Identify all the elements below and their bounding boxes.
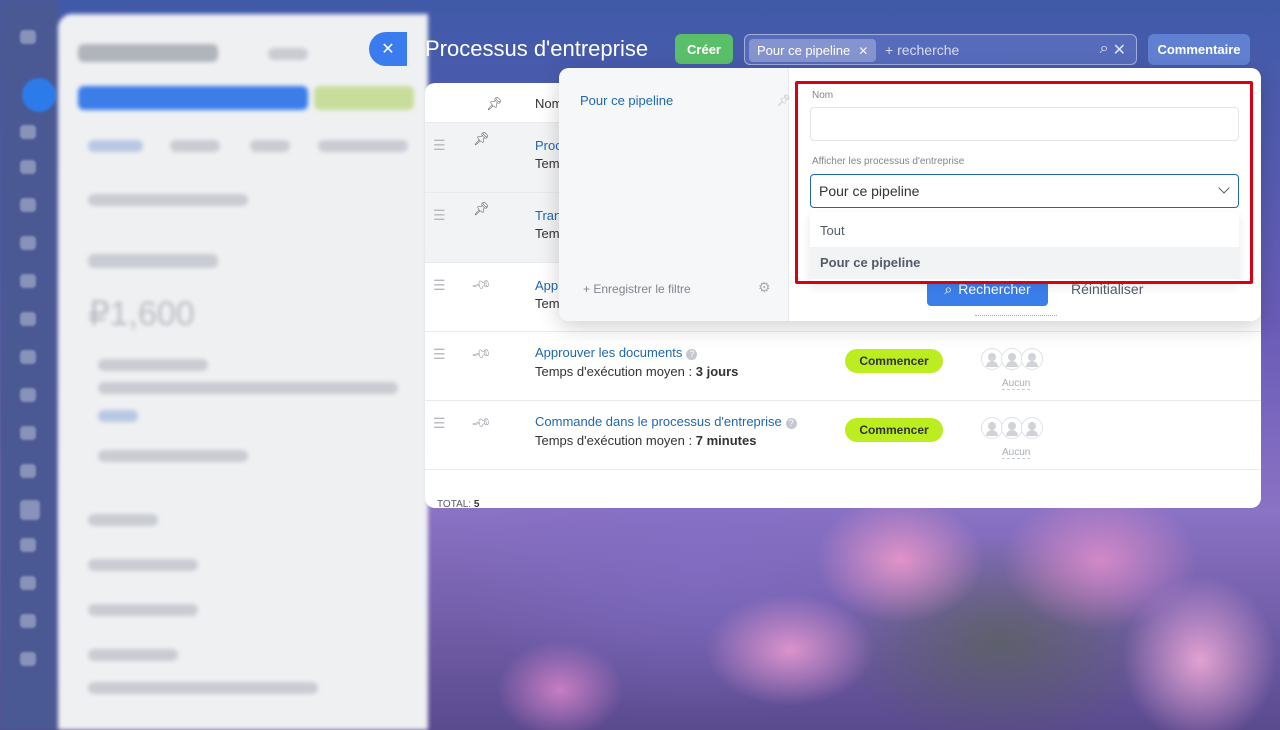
search-input[interactable]: + recherche (885, 42, 959, 58)
process-time: Tem (535, 296, 560, 311)
sidebar-icon (20, 274, 36, 288)
search-button-label: Rechercher (958, 281, 1031, 297)
drag-handle-icon[interactable]: ☰ (433, 277, 446, 294)
process-name-link[interactable]: Approuver les documents? (535, 345, 698, 360)
sidebar-active-icon (22, 78, 56, 112)
avatar (1001, 348, 1023, 370)
process-name-link[interactable]: Commande dans le processus d'entreprise? (535, 414, 797, 429)
business-process-slider: Processus d'entreprise Créer Pour ce pip… (407, 15, 1280, 730)
remove-tag-icon[interactable]: ✕ (858, 44, 868, 58)
filter-presets-panel: Pour ce pipeline 📌︎ + Enregistrer le fil… (559, 68, 791, 321)
avatar (1001, 417, 1023, 439)
select-value: Pour ce pipeline (819, 183, 920, 199)
comment-button[interactable]: Commentaire (1148, 34, 1250, 65)
help-icon[interactable]: ? (785, 418, 797, 429)
sidebar-icon (20, 350, 36, 364)
filter-tag[interactable]: Pour ce pipeline ✕ (749, 39, 877, 62)
sidebar-icon (20, 30, 36, 44)
sidebar-icon (20, 652, 36, 666)
show-processes-select[interactable]: Pour ce pipeline (810, 174, 1239, 208)
total-label: TOTAL: (437, 499, 472, 508)
sidebar-icon (20, 576, 36, 590)
search-icon[interactable]: ⌕ (1100, 40, 1109, 60)
clear-icon[interactable]: ✕ (1113, 40, 1126, 60)
show-processes-label: Afficher les processus d'entreprise (812, 156, 965, 167)
reset-button[interactable]: Réinitialiser (1071, 281, 1143, 297)
filter-popup: Pour ce pipeline 📌︎ + Enregistrer le fil… (559, 68, 1261, 321)
page-title: Processus d'entreprise (425, 36, 649, 61)
filter-fields-panel: Nom Afficher les processus d'entreprise … (789, 68, 1261, 321)
start-button[interactable]: Commencer (845, 418, 943, 442)
save-filter-link[interactable]: + Enregistrer le filtre (583, 282, 691, 296)
process-name-link[interactable]: Proc (535, 138, 562, 153)
close-icon: ✕ (381, 41, 395, 58)
filter-tag-label: Pour ce pipeline (757, 43, 851, 58)
option-pipeline[interactable]: Pour ce pipeline (810, 247, 1239, 279)
sidebar-icon (20, 464, 36, 478)
table-row[interactable]: ☰ 📌︎ Commande dans le processus d'entrep… (425, 401, 1261, 470)
participants-avatars[interactable] (981, 348, 1043, 370)
filter-search-bar[interactable]: Pour ce pipeline ✕ + recherche ⌕ ✕ (744, 34, 1137, 65)
sidebar-icon (20, 125, 36, 139)
close-slider-button[interactable]: ✕ (369, 32, 407, 66)
drag-handle-icon[interactable]: ☰ (433, 346, 446, 363)
start-button[interactable]: Commencer (845, 349, 943, 373)
name-field-label: Nom (812, 90, 834, 101)
create-button[interactable]: Créer (675, 34, 733, 64)
crm-deal-card-blurred: ₽1,600 (58, 14, 428, 730)
chevron-down-icon (1218, 182, 1230, 194)
left-sidebar (0, 0, 58, 730)
save-filter-label: Enregistrer le filtre (593, 282, 691, 296)
avatar (1021, 417, 1043, 439)
pin-icon[interactable]: 📌︎ (473, 131, 490, 147)
pin-icon[interactable]: 📌︎ (470, 343, 492, 366)
process-time: Tem (535, 226, 560, 241)
sidebar-icon (20, 388, 36, 402)
table-row[interactable]: ☰ 📌︎ Approuver les documents? Temps d'ex… (425, 332, 1261, 401)
sidebar-icon (20, 500, 40, 520)
help-icon[interactable]: ? (686, 349, 698, 360)
time-label: Temps d'exécution moyen : (535, 433, 696, 448)
drag-handle-icon[interactable]: ☰ (433, 207, 446, 224)
process-time: Tem (535, 156, 560, 171)
none-link[interactable]: Aucun (1002, 378, 1031, 390)
sidebar-icon (20, 538, 36, 552)
option-all[interactable]: Tout (810, 215, 1239, 247)
pin-icon[interactable]: 📌︎ (470, 274, 492, 297)
sidebar-icon (20, 236, 36, 250)
time-value: 3 jours (695, 364, 739, 379)
gear-icon[interactable]: ⚙ (758, 279, 771, 296)
total-value: 5 (473, 499, 480, 508)
drag-handle-icon[interactable]: ☰ (433, 137, 446, 154)
none-link[interactable]: Aucun (1002, 447, 1031, 459)
search-icon: ⌕ (944, 280, 953, 297)
avatar (981, 417, 1003, 439)
select-options: Tout Pour ce pipeline (810, 212, 1239, 282)
process-name-link[interactable]: Tran (535, 208, 561, 223)
sidebar-icon (20, 426, 36, 440)
sidebar-icon (20, 614, 36, 628)
pin-icon[interactable]: 📌︎ (473, 201, 490, 217)
pin-column-icon: 📌︎ (486, 96, 503, 111)
grid-total: TOTAL: 5 (437, 499, 479, 508)
divider (975, 315, 1057, 316)
time-label: Temps d'exécution moyen : (535, 364, 696, 379)
process-time: Temps d'exécution moyen : 3 jours (535, 364, 738, 379)
avatar (1021, 348, 1043, 370)
sidebar-icon (20, 198, 36, 212)
sidebar-icon (20, 160, 36, 174)
name-field[interactable] (810, 107, 1239, 141)
process-name: Commande dans le processus d'entreprise (535, 414, 782, 429)
participants-avatars[interactable] (981, 417, 1043, 439)
process-time: Temps d'exécution moyen : 7 minutes (535, 433, 756, 448)
sidebar-icon (20, 312, 36, 326)
process-name: Approuver les documents (535, 345, 683, 360)
time-value: 7 minutes (695, 433, 757, 448)
drag-handle-icon[interactable]: ☰ (433, 415, 446, 432)
preset-item[interactable]: Pour ce pipeline (580, 93, 673, 108)
pin-icon[interactable]: 📌︎ (470, 412, 492, 435)
avatar (981, 348, 1003, 370)
